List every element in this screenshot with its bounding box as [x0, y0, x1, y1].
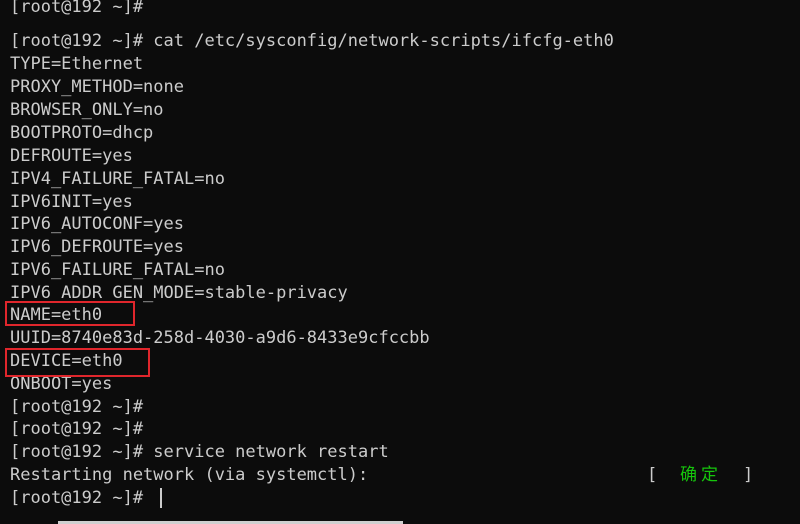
config-line: IPV4_FAILURE_FATAL=no	[10, 169, 225, 189]
config-line: BROWSER_ONLY=no	[10, 100, 164, 120]
status-ok-text: 确定	[680, 465, 722, 485]
config-line: IPV6_FAILURE_FATAL=no	[10, 260, 225, 280]
text-cursor[interactable]	[160, 488, 162, 508]
highlight-box-name	[5, 301, 135, 326]
config-line: UUID=8740e83d-258d-4030-a9d6-8433e9cfccb…	[10, 328, 430, 348]
command-line-cat: [root@192 ~]# cat /etc/sysconfig/network…	[10, 31, 614, 51]
config-line: BOOTPROTO=dhcp	[10, 123, 154, 143]
status-close-bracket: ]	[743, 465, 754, 485]
config-line: IPV6_DEFROUTE=yes	[10, 237, 184, 257]
prompt-line: [root@192 ~]#	[10, 419, 144, 439]
terminal-window[interactable]: [root@192 ~]# [root@192 ~]# cat /etc/sys…	[0, 0, 800, 524]
command-line-restart: [root@192 ~]# service network restart	[10, 442, 389, 462]
status-open-bracket: [	[647, 465, 658, 485]
config-line: IPV6_AUTOCONF=yes	[10, 214, 184, 234]
restart-status-line: Restarting network (via systemctl):	[10, 465, 369, 485]
config-line: TYPE=Ethernet	[10, 54, 144, 74]
prompt-line: [root@192 ~]#	[10, 397, 144, 417]
config-line: PROXY_METHOD=none	[10, 77, 184, 97]
prompt-line: [root@192 ~]#	[10, 0, 144, 17]
highlight-box-device	[5, 348, 150, 377]
config-line: DEFROUTE=yes	[10, 146, 133, 166]
active-prompt-line: [root@192 ~]#	[10, 488, 144, 508]
config-line: IPV6INIT=yes	[10, 192, 133, 212]
